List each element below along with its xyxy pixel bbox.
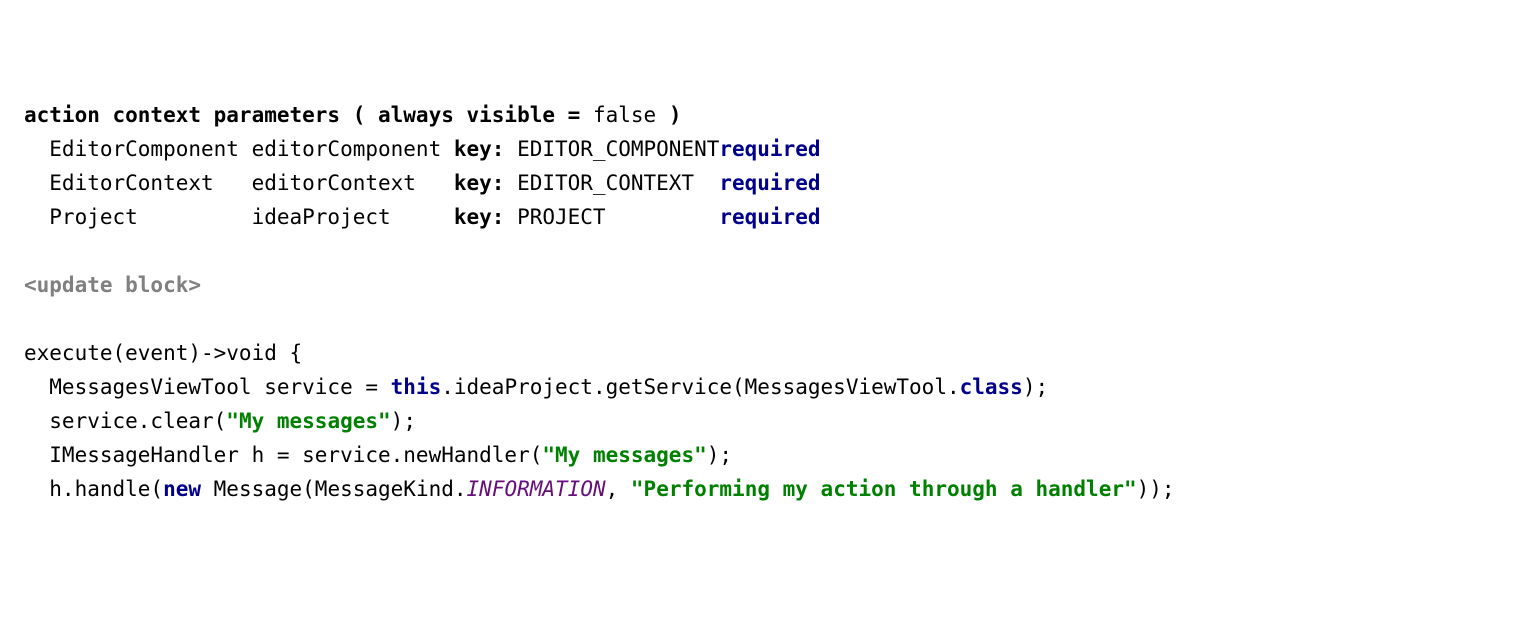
blank-line — [24, 302, 1498, 336]
code-text: ); — [391, 409, 416, 433]
keyword-this: this — [391, 375, 442, 399]
constant: INFORMATION — [467, 477, 606, 501]
string-literal: "My messages" — [542, 443, 706, 467]
param-type: EditorContext — [49, 166, 251, 200]
code-statement: IMessageHandler h = service.newHandler("… — [24, 438, 1498, 472]
code-text: .ideaProject.getService(MessagesViewTool… — [441, 375, 959, 399]
param-row: ProjectideaProjectkey: PROJECTrequired — [24, 200, 1498, 234]
header-eq: = — [555, 103, 580, 127]
param-name: editorContext — [252, 166, 454, 200]
code-text: ); — [1023, 375, 1048, 399]
header-suffix: ) — [656, 103, 681, 127]
string-literal: "My messages" — [226, 409, 390, 433]
code-text: MessagesViewTool service = — [49, 375, 390, 399]
param-key: EDITOR_CONTEXT — [504, 166, 719, 200]
code-text: Message(MessageKind. — [201, 477, 467, 501]
param-required: required — [719, 171, 820, 195]
code-text: , — [606, 477, 631, 501]
string-literal: "Performing my action through a handler" — [631, 477, 1137, 501]
code-statement: service.clear("My messages"); — [24, 404, 1498, 438]
update-block-placeholder: <update block> — [24, 268, 1498, 302]
param-key-label: key: — [454, 171, 505, 195]
code-statement: MessagesViewTool service = this.ideaProj… — [24, 370, 1498, 404]
param-key-label: key: — [454, 205, 505, 229]
blank-line — [24, 234, 1498, 268]
param-key-label: key: — [454, 137, 505, 161]
param-name: editorComponent — [252, 132, 454, 166]
param-name: ideaProject — [252, 200, 454, 234]
code-text: h.handle( — [49, 477, 163, 501]
header-line: action context parameters ( always visib… — [24, 98, 1498, 132]
code-text: )); — [1137, 477, 1175, 501]
code-text: IMessageHandler h = service.newHandler( — [49, 443, 542, 467]
header-prefix: action context parameters ( always visib… — [24, 103, 555, 127]
keyword-new: new — [163, 477, 201, 501]
keyword-class: class — [960, 375, 1023, 399]
header-value: false — [580, 103, 656, 127]
param-type: EditorComponent — [49, 132, 251, 166]
code-statement: h.handle(new Message(MessageKind.INFORMA… — [24, 472, 1498, 506]
code-text: service.clear( — [49, 409, 226, 433]
param-type: Project — [49, 200, 251, 234]
param-required: required — [719, 137, 820, 161]
param-key: EDITOR_COMPONENT — [504, 132, 719, 166]
param-row: EditorComponenteditorComponentkey: EDITO… — [24, 132, 1498, 166]
code-editor[interactable]: action context parameters ( always visib… — [24, 98, 1498, 506]
code-text: ); — [707, 443, 732, 467]
execute-signature: execute(event)->void { — [24, 336, 1498, 370]
param-key: PROJECT — [504, 200, 719, 234]
param-required: required — [719, 205, 820, 229]
param-row: EditorContexteditorContextkey: EDITOR_CO… — [24, 166, 1498, 200]
